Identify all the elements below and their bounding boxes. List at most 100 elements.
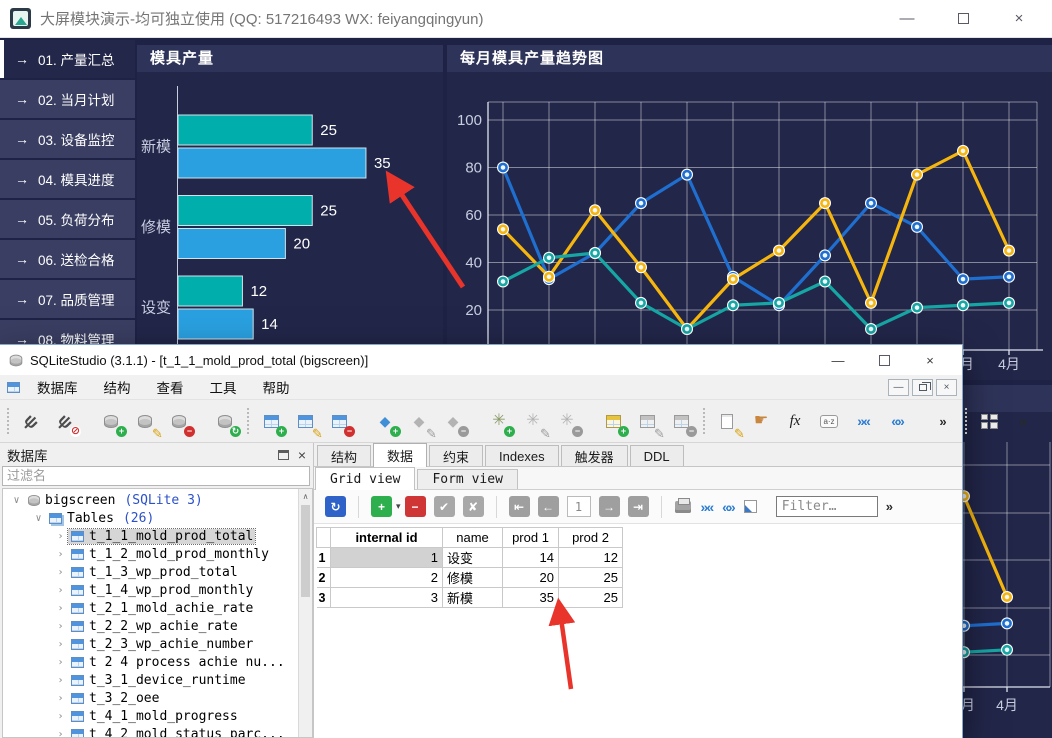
- toolbar-overflow-2-icon[interactable]: »: [1010, 408, 1036, 434]
- sidebar-item-04[interactable]: → 04. 模具进度: [0, 160, 135, 198]
- tree-item-t-2-1-mold-achie-rate[interactable]: › t_2_1_mold_achie_rate: [3, 599, 312, 617]
- grid-cell[interactable]: 25: [559, 588, 623, 608]
- chevron-right-icon[interactable]: ›: [53, 657, 68, 668]
- grid-cell[interactable]: 3: [331, 588, 443, 608]
- edit-index-icon[interactable]: ◆✎: [406, 408, 432, 434]
- row-number[interactable]: 3: [317, 588, 331, 608]
- create-view-icon[interactable]: +: [600, 408, 626, 434]
- menu-item-0[interactable]: 数据库: [24, 377, 91, 397]
- delete-row-icon[interactable]: −: [405, 496, 426, 517]
- grid-cell[interactable]: 14: [503, 548, 559, 568]
- tab-structure[interactable]: 结构: [317, 445, 371, 466]
- tree-item-t-1-4-wp-prod-monthly[interactable]: › t_1_4_wp_prod_monthly: [3, 581, 312, 599]
- subtab-grid-view[interactable]: Grid view: [315, 467, 415, 490]
- row-number[interactable]: 1: [317, 548, 331, 568]
- rollback-changes-icon[interactable]: ✘: [463, 496, 484, 517]
- column-header-rownum[interactable]: [317, 528, 331, 548]
- page-number[interactable]: 1: [567, 496, 591, 517]
- next-page-icon[interactable]: →: [599, 496, 620, 517]
- grid-cell[interactable]: 修模: [443, 568, 503, 588]
- tab-constraints[interactable]: 约束: [429, 445, 483, 466]
- row-number[interactable]: 2: [317, 568, 331, 588]
- grid-cell[interactable]: 2: [331, 568, 443, 588]
- grid-cell[interactable]: 35: [503, 588, 559, 608]
- print-icon[interactable]: [675, 501, 691, 513]
- refresh-data-icon[interactable]: ↻: [325, 496, 346, 517]
- tree-item-t-1-2-mold-prod-monthly[interactable]: › t_1_2_mold_prod_monthly: [3, 545, 312, 563]
- maximize-button[interactable]: [954, 10, 972, 28]
- column-header-prod 1[interactable]: prod 1: [503, 528, 559, 548]
- create-index-icon[interactable]: ◆+: [372, 408, 398, 434]
- insert-row-menu-icon[interactable]: ▾: [396, 502, 401, 511]
- grid-cell[interactable]: 设变: [443, 548, 503, 568]
- open-function-editor-icon[interactable]: fx: [782, 408, 808, 434]
- chevron-right-icon[interactable]: ›: [53, 549, 68, 560]
- create-trigger-icon[interactable]: ✳+: [486, 408, 512, 434]
- delete-index-icon[interactable]: ◆−: [440, 408, 466, 434]
- edit-trigger-icon[interactable]: ✳✎: [520, 408, 546, 434]
- menu-item-3[interactable]: 工具: [197, 377, 250, 397]
- chevron-right-icon[interactable]: ›: [53, 621, 68, 632]
- tree-scrollbar-thumb[interactable]: [301, 505, 310, 597]
- chevron-right-icon[interactable]: ›: [53, 585, 68, 596]
- edit-database-icon[interactable]: ✎: [132, 408, 158, 434]
- chevron-right-icon[interactable]: ›: [53, 639, 68, 650]
- tab-indexes[interactable]: Indexes: [485, 445, 559, 466]
- expand-columns-icon[interactable]: «»: [722, 500, 734, 514]
- chevron-right-icon[interactable]: ›: [53, 567, 68, 578]
- tree-item-t-3-1-device-runtime[interactable]: › t_3_1_device_runtime: [3, 671, 312, 689]
- tab-data[interactable]: 数据: [373, 443, 427, 467]
- chevron-right-icon[interactable]: ›: [53, 675, 68, 686]
- tree-item-t-3-2-oee[interactable]: › t_3_2_oee: [3, 689, 312, 707]
- delete-table-icon[interactable]: −: [326, 408, 352, 434]
- minimize-button[interactable]: —: [815, 345, 861, 375]
- float-panel-icon[interactable]: [278, 450, 289, 460]
- create-table-icon[interactable]: +: [258, 408, 284, 434]
- menu-item-1[interactable]: 结构: [91, 377, 144, 397]
- chevron-right-icon[interactable]: ›: [53, 729, 68, 738]
- scroll-up-icon[interactable]: ∧: [299, 489, 312, 503]
- data-filter-input[interactable]: [776, 496, 878, 517]
- sidebar-item-07[interactable]: → 07. 品质管理: [0, 280, 135, 318]
- tab-ddl[interactable]: DDL: [630, 445, 684, 466]
- tree-item-t-2-4-process-achie-nu-[interactable]: › t 2 4 process achie nu...: [3, 653, 312, 671]
- maximize-button[interactable]: [861, 345, 907, 375]
- edit-table-icon[interactable]: ✎: [292, 408, 318, 434]
- mdi-minimize-button[interactable]: —: [888, 379, 909, 396]
- chevron-right-icon[interactable]: ›: [53, 693, 68, 704]
- data-toolbar-overflow-icon[interactable]: »: [886, 500, 893, 513]
- tree-item-t-2-2-wp-achie-rate[interactable]: › t_2_2_wp_achie_rate: [3, 617, 312, 635]
- subtab-form-view[interactable]: Form view: [417, 469, 517, 489]
- format-cell-icon[interactable]: [744, 500, 757, 513]
- insert-row-icon[interactable]: +: [371, 496, 392, 517]
- commit-changes-icon[interactable]: ✔: [434, 496, 455, 517]
- mdi-restore-button[interactable]: [912, 379, 933, 396]
- sidebar-item-03[interactable]: → 03. 设备监控: [0, 120, 135, 158]
- grid-cell[interactable]: 20: [503, 568, 559, 588]
- chevron-right-icon[interactable]: ›: [53, 531, 68, 542]
- open-collation-editor-icon[interactable]: a·z: [816, 408, 842, 434]
- fit-columns-icon[interactable]: »«: [701, 500, 713, 514]
- column-header-prod 2[interactable]: prod 2: [559, 528, 623, 548]
- add-database-icon[interactable]: +: [98, 408, 124, 434]
- edit-view-icon[interactable]: ✎: [634, 408, 660, 434]
- delete-trigger-icon[interactable]: ✳−: [554, 408, 580, 434]
- sidebar-item-06[interactable]: → 06. 送检合格: [0, 240, 135, 278]
- minimize-button[interactable]: —: [898, 10, 916, 28]
- remove-database-icon[interactable]: −: [166, 408, 192, 434]
- tree-item-Tables[interactable]: ∨ Tables(26): [3, 509, 312, 527]
- grid-cell[interactable]: 12: [559, 548, 623, 568]
- connect-database-icon[interactable]: ψ: [18, 408, 44, 434]
- first-page-icon[interactable]: ⇤: [509, 496, 530, 517]
- tree-item-t-2-3-wp-achie-number[interactable]: › t_2_3_wp_achie_number: [3, 635, 312, 653]
- grid-cell[interactable]: 1: [331, 548, 443, 568]
- mdi-window-list-icon[interactable]: [976, 408, 1002, 434]
- tree-item-t-4-1-mold-progress[interactable]: › t_4_1_mold_progress: [3, 707, 312, 725]
- tree-item-t-4-2-mold-status-parc-[interactable]: › t 4 2 mold status parc...: [3, 725, 312, 738]
- sidebar-item-01[interactable]: → 01. 产量汇总: [0, 40, 135, 78]
- menu-item-2[interactable]: 查看: [144, 377, 197, 397]
- tree-filter-input[interactable]: [2, 466, 310, 486]
- refresh-schema-icon[interactable]: ↻: [212, 408, 238, 434]
- close-button[interactable]: ×: [907, 345, 953, 375]
- tree-item-t-1-3-wp-prod-total[interactable]: › t_1_3_wp_prod_total: [3, 563, 312, 581]
